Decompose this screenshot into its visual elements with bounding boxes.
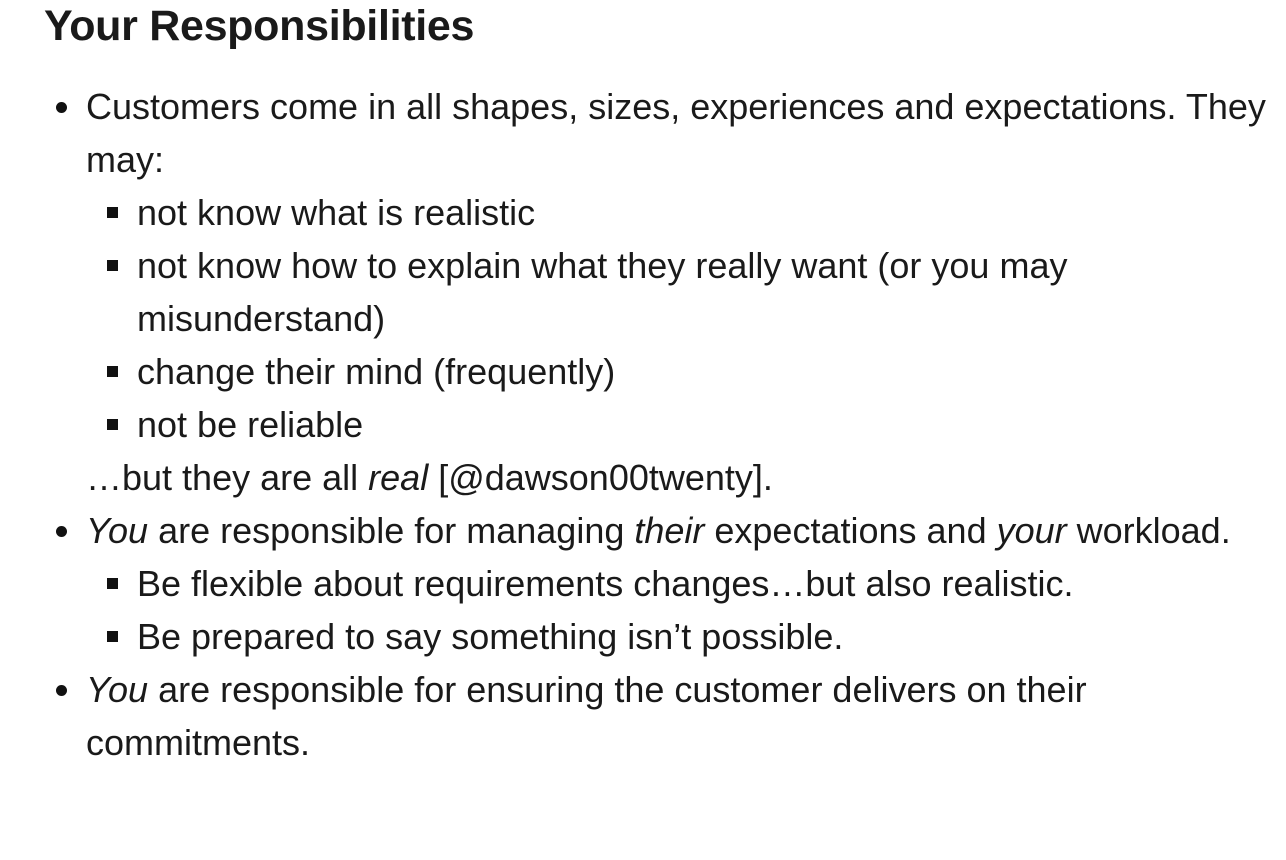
text-segment: are responsible for managing <box>148 510 635 551</box>
responsibilities-list: Customers come in all shapes, sizes, exp… <box>44 80 1274 769</box>
page-title: Your Responsibilities <box>44 2 475 50</box>
outro-emphasis: real <box>368 457 429 498</box>
bullet-icon <box>56 526 67 537</box>
list-item-outro: …but they are all real [@dawson00twenty]… <box>86 451 1274 504</box>
bullet-icon <box>56 102 67 113</box>
sublist-item-text: not know how to explain what they really… <box>137 245 1068 339</box>
sublist-item: Be prepared to say something isn’t possi… <box>107 610 1274 663</box>
sublist-expectations: Be flexible about requirements changes…b… <box>86 557 1274 663</box>
sublist-item-text: Be flexible about requirements changes…b… <box>137 563 1074 604</box>
text-segment: are responsible for ensuring the custome… <box>86 669 1087 763</box>
emphasis-you: You <box>86 669 149 710</box>
square-bullet-icon <box>107 260 118 271</box>
sublist-item-text: Be prepared to say something isn’t possi… <box>137 616 844 657</box>
outro-text: …but they are all <box>86 457 369 498</box>
emphasis-your: your <box>996 510 1067 551</box>
sublist-item: Be flexible about requirements changes…b… <box>107 557 1274 610</box>
square-bullet-icon <box>107 419 118 430</box>
square-bullet-icon <box>107 631 118 642</box>
list-item-text: You are responsible for managing their e… <box>86 510 1231 551</box>
sublist-item: not be reliable <box>107 398 1274 451</box>
bullet-icon <box>56 685 67 696</box>
emphasis-their: their <box>634 510 705 551</box>
emphasis-you: You <box>86 510 149 551</box>
list-item-customers: Customers come in all shapes, sizes, exp… <box>56 80 1274 504</box>
list-item-managing-expectations: You are responsible for managing their e… <box>56 504 1274 663</box>
sublist-item-text: not be reliable <box>137 404 364 445</box>
sublist-item: not know how to explain what they really… <box>107 239 1274 345</box>
text-segment: expectations and <box>704 510 997 551</box>
sublist-customer-traits: not know what is realistic not know how … <box>86 186 1274 451</box>
sublist-item-text: not know what is realistic <box>137 192 536 233</box>
sublist-item-text: change their mind (frequently) <box>137 351 616 392</box>
list-item-text: You are responsible for ensuring the cus… <box>86 669 1087 763</box>
sublist-item: not know what is realistic <box>107 186 1274 239</box>
outro-citation: [@dawson00twenty]. <box>428 457 773 498</box>
list-item-text: Customers come in all shapes, sizes, exp… <box>86 86 1266 180</box>
sublist-item: change their mind (frequently) <box>107 345 1274 398</box>
square-bullet-icon <box>107 578 118 589</box>
square-bullet-icon <box>107 366 118 377</box>
list-item-customer-commitments: You are responsible for ensuring the cus… <box>56 663 1274 769</box>
text-segment: workload. <box>1066 510 1231 551</box>
square-bullet-icon <box>107 207 118 218</box>
slide: Your Responsibilities Customers come in … <box>44 0 1274 769</box>
